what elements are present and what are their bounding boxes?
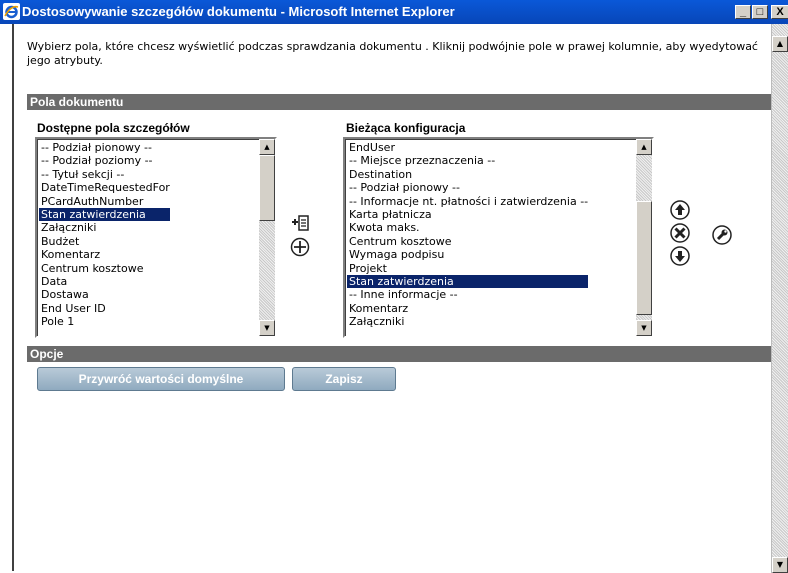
scroll-down-icon[interactable]: ▼ (772, 557, 788, 573)
restore-defaults-button[interactable]: Przywróć wartości domyślne (37, 367, 285, 391)
available-item[interactable]: Budżet (39, 235, 170, 248)
current-item[interactable]: Stan zatwierdzenia (347, 274, 589, 289)
available-item[interactable]: -- Podział pionowy -- (39, 141, 170, 154)
available-item[interactable]: Załączniki (39, 221, 170, 234)
current-item[interactable]: -- Inne informacje -- (347, 288, 588, 301)
available-item[interactable]: Centrum kosztowe (39, 262, 170, 275)
section-header-options: Opcje (27, 346, 771, 362)
current-item[interactable]: Projekt (347, 262, 588, 275)
current-config-label: Bieżąca konfiguracja (346, 121, 466, 135)
current-item[interactable]: -- Miejsce przeznaczenia -- (347, 154, 588, 167)
available-item[interactable]: -- Podział poziomy -- (39, 154, 170, 167)
insert-icon[interactable] (290, 213, 310, 233)
move-up-icon[interactable] (670, 200, 690, 220)
maximize-button[interactable]: □ (752, 5, 768, 19)
current-item[interactable]: -- Podział pionowy -- (347, 181, 588, 194)
page-scrollbar[interactable]: ▲ ▼ (771, 24, 788, 573)
scroll-up-icon[interactable]: ▲ (772, 36, 788, 52)
available-item[interactable]: End User ID (39, 302, 170, 315)
available-item[interactable]: Stan zatwierdzenia (39, 207, 170, 222)
available-item[interactable]: Dostawa (39, 288, 170, 301)
available-list-scrollbar[interactable]: ▲ ▼ (259, 139, 275, 336)
current-item[interactable]: Destination (347, 168, 588, 181)
available-scroll-down-icon[interactable]: ▼ (259, 320, 275, 336)
current-item[interactable]: Karta płatnicza (347, 208, 588, 221)
current-item[interactable]: EndUser (347, 141, 588, 154)
window-left-border (12, 24, 14, 571)
wrench-icon[interactable] (712, 225, 732, 245)
available-fields-list[interactable]: -- Podział pionowy -- -- Podział poziomy … (35, 137, 277, 338)
available-item[interactable]: Data (39, 275, 170, 288)
available-item[interactable]: -- Tytuł sekcji -- (39, 168, 170, 181)
remove-icon[interactable] (670, 223, 690, 243)
internet-explorer-icon (3, 3, 20, 20)
available-item[interactable]: Komentarz (39, 248, 170, 261)
current-config-list[interactable]: EndUser -- Miejsce przeznaczenia -- Destin… (343, 137, 654, 338)
current-scroll-down-icon[interactable]: ▼ (636, 320, 652, 336)
window-title: Dostosowywanie szczegółów dokumentu - Mi… (22, 4, 455, 19)
current-list-scrollbar[interactable]: ▲ ▼ (636, 139, 652, 336)
current-item[interactable]: Komentarz (347, 302, 588, 315)
current-scroll-up-icon[interactable]: ▲ (636, 139, 652, 155)
current-item[interactable]: Wymaga podpisu (347, 248, 588, 261)
current-scroll-thumb[interactable] (636, 201, 652, 315)
available-item[interactable]: PCardAuthNumber (39, 195, 170, 208)
available-fields-label: Dostępne pola szczegółów (37, 121, 190, 135)
add-icon[interactable] (290, 237, 310, 257)
save-button[interactable]: Zapisz (292, 367, 396, 391)
available-scroll-up-icon[interactable]: ▲ (259, 139, 275, 155)
available-item[interactable]: DateTimeRequestedFor (39, 181, 170, 194)
available-scroll-thumb[interactable] (259, 155, 275, 221)
instruction-text: Wybierz pola, które chcesz wyświetlić po… (27, 40, 758, 67)
current-item[interactable]: Centrum kosztowe (347, 235, 588, 248)
current-item[interactable]: -- Informacje nt. płatności i zatwierdze… (347, 195, 588, 208)
current-item[interactable]: Załączniki (347, 315, 588, 328)
section-header-fields: Pola dokumentu (27, 94, 771, 110)
move-down-icon[interactable] (670, 246, 690, 266)
available-item[interactable]: Pole 1 (39, 315, 170, 328)
window-title-bar: Dostosowywanie szczegółów dokumentu - Mi… (0, 0, 788, 24)
minimize-button[interactable]: _ (735, 5, 751, 19)
close-button[interactable]: X (771, 5, 788, 19)
current-item[interactable]: Kwota maks. (347, 221, 588, 234)
